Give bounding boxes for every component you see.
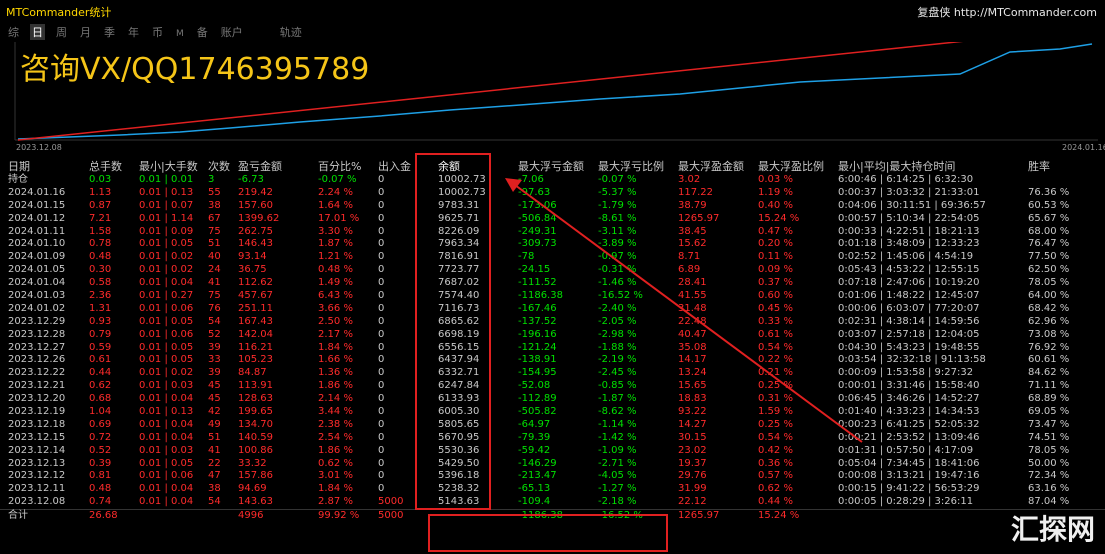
annotation-arrow [505, 178, 863, 443]
site-logo: 汇探网 [1010, 513, 1095, 546]
